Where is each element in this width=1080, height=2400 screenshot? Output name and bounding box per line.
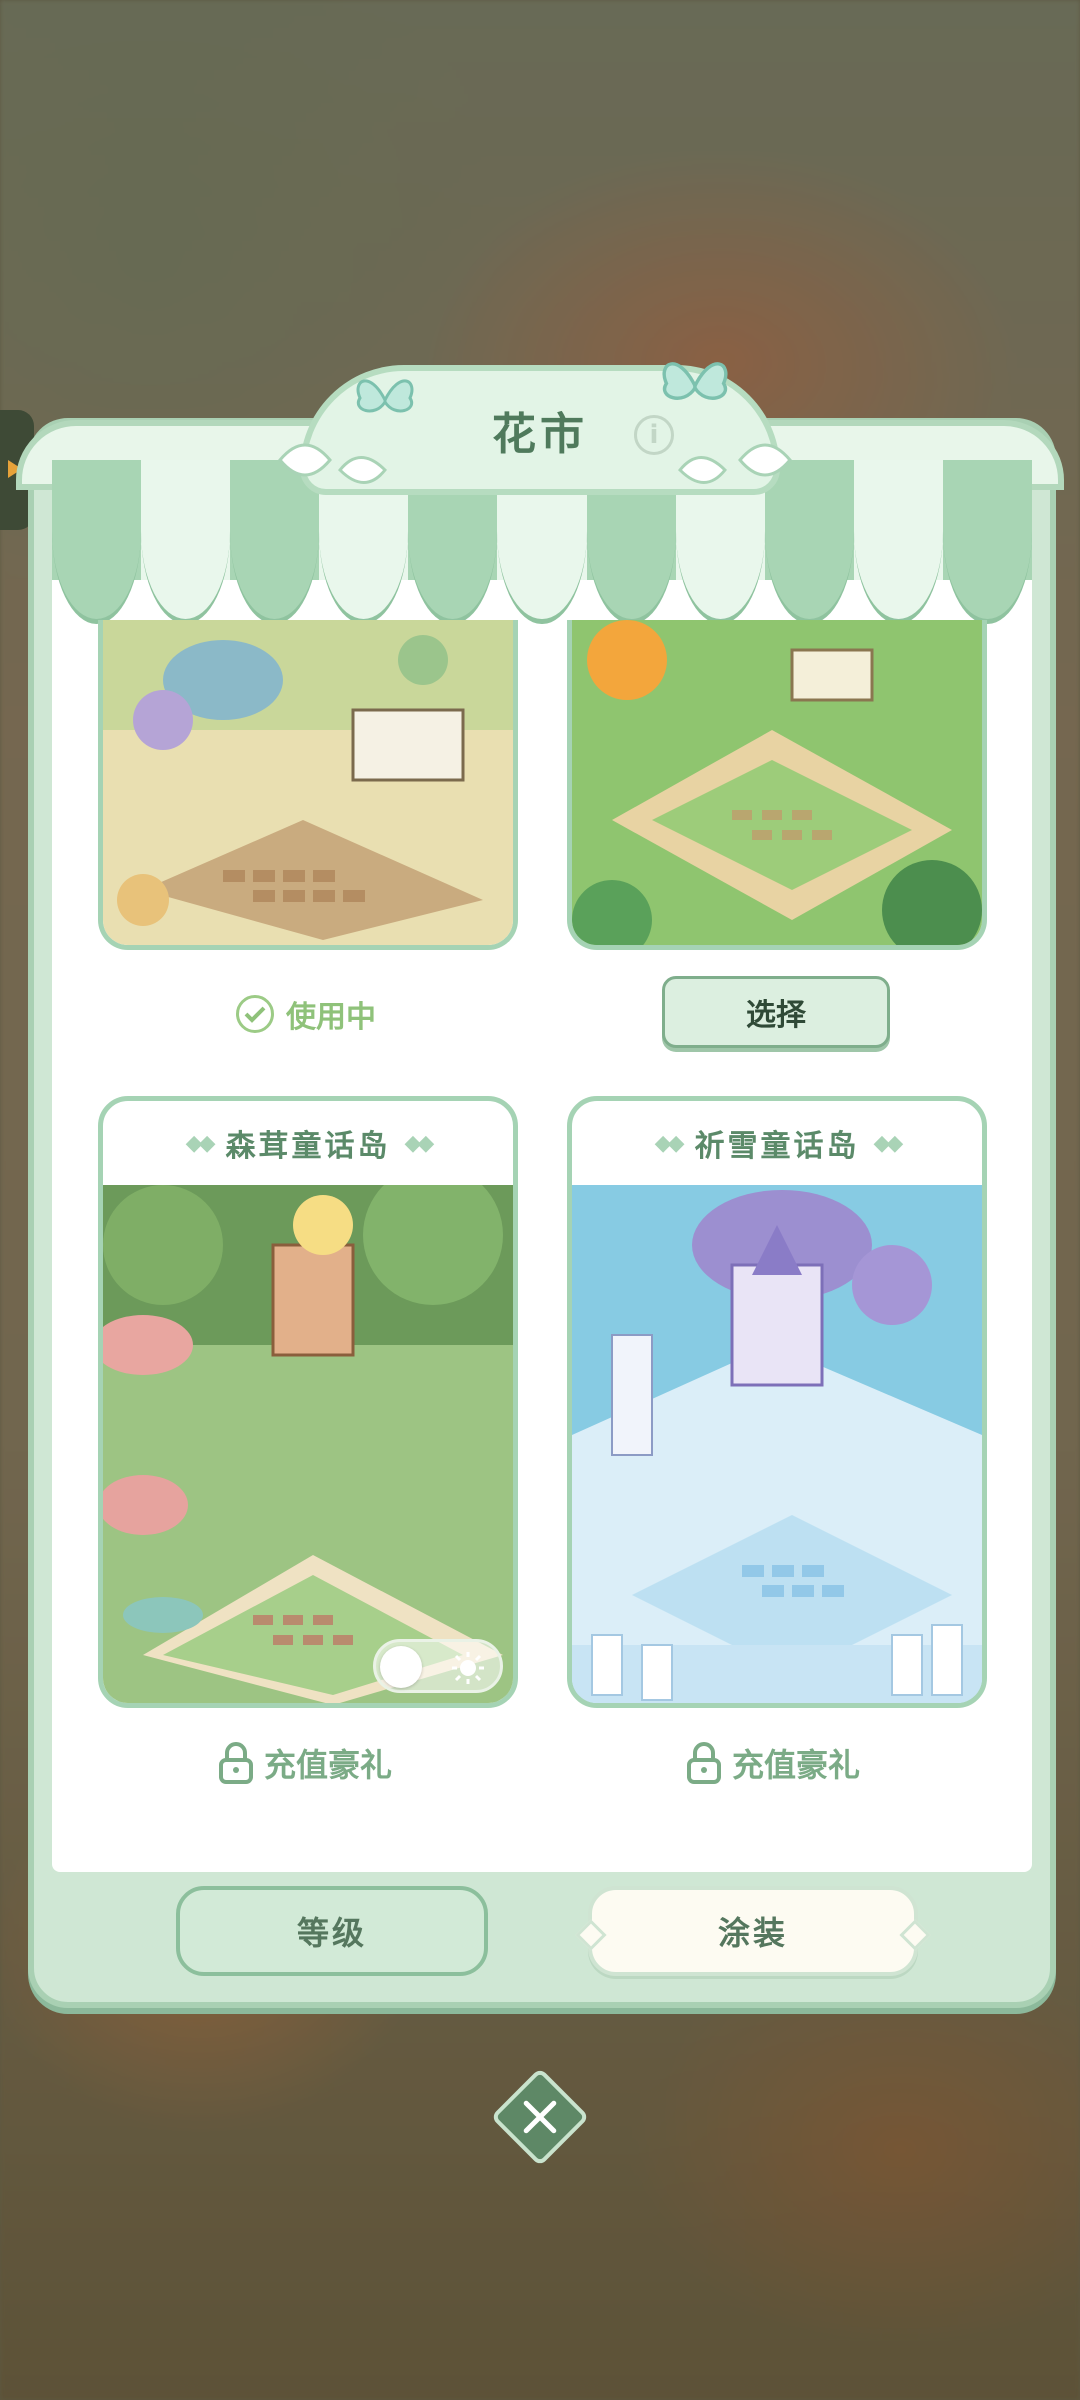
leaf-decoration-left — [278, 443, 388, 484]
island-preview-image — [572, 1185, 982, 1703]
lock-icon — [687, 1742, 721, 1784]
in-use-label: 使用中 — [286, 1000, 376, 1035]
diamond-decoration-icon: ◆◆ — [185, 1130, 216, 1156]
diamond-decoration-icon: ◆◆ — [873, 1130, 904, 1156]
lock-icon — [219, 1742, 253, 1784]
select-button[interactable]: 选择 — [662, 976, 890, 1048]
dialog-title: 花市 — [492, 409, 588, 460]
butterfly-right-icon — [662, 362, 728, 400]
sun-icon — [452, 1652, 484, 1684]
island-preview-image — [103, 620, 513, 945]
tab-skin[interactable]: 涂装 — [588, 1886, 918, 1976]
tab-level[interactable]: 等级 — [176, 1886, 488, 1976]
leaf-decoration-right — [677, 443, 792, 484]
in-use-status: 使用中 — [236, 992, 376, 1036]
skin-card-qixue[interactable]: ◆◆ 祈雪童话岛 ◆◆ — [567, 1096, 987, 1708]
card-title: 森茸童话岛 — [225, 1129, 391, 1164]
recharge-gift-label: 充值豪礼 — [732, 1746, 861, 1784]
skin-card-1[interactable] — [98, 620, 518, 950]
skin-card-senrong[interactable]: ◆◆ 森茸童话岛 ◆◆ — [98, 1096, 518, 1708]
island-preview-image — [572, 620, 982, 945]
card-header: ◆◆ 祈雪童话岛 ◆◆ — [572, 1101, 982, 1185]
island-preview-image — [103, 1165, 513, 1703]
locked-status: 充值豪礼 — [686, 1740, 860, 1786]
check-circle-icon — [236, 995, 274, 1033]
card-header: ◆◆ 森茸童话岛 ◆◆ — [103, 1101, 513, 1185]
locked-status: 充值豪礼 — [218, 1740, 392, 1786]
day-night-toggle[interactable] — [373, 1639, 503, 1693]
toggle-knob — [380, 1646, 422, 1688]
skin-card-2[interactable] — [567, 620, 987, 950]
diamond-decoration-icon: ◆◆ — [404, 1130, 435, 1156]
recharge-gift-label: 充值豪礼 — [264, 1746, 393, 1784]
diamond-decoration-icon: ◆◆ — [654, 1130, 685, 1156]
card-title: 祈雪童话岛 — [694, 1129, 860, 1164]
